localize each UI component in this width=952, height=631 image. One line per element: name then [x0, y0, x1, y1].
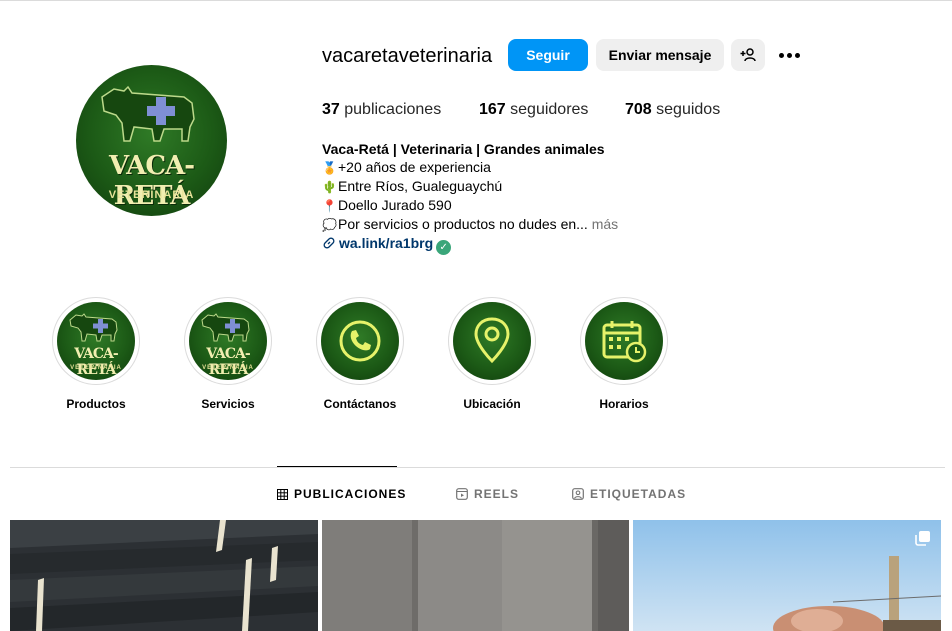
posts-count: 37	[322, 101, 340, 118]
bio-line-services: 💭Por servicios o productos no dudes en..…	[322, 215, 618, 234]
highlight-ring	[316, 297, 404, 385]
post-thumbnail[interactable]	[10, 520, 318, 631]
highlight-label: Contáctanos	[323, 397, 397, 411]
pin-icon: 📍	[322, 199, 337, 213]
post-thumbnail[interactable]	[633, 520, 941, 631]
bio-line-text: Por servicios o productos no dudes en...	[338, 216, 588, 232]
bio-line-experience: 🏅+20 años de experiencia	[322, 158, 618, 177]
following-label: seguidos	[656, 101, 721, 118]
message-button[interactable]: Enviar mensaje	[596, 39, 724, 71]
bio-name: Vaca-Retá | Veterinaria | Grandes animal…	[322, 141, 605, 157]
more-options-icon[interactable]	[775, 42, 803, 68]
follow-button[interactable]: Seguir	[508, 39, 588, 71]
tab-reels[interactable]: REELS	[456, 487, 519, 501]
active-tab-indicator	[277, 466, 397, 467]
tab-label: PUBLICACIONES	[294, 487, 407, 501]
add-user-button[interactable]	[731, 39, 765, 71]
highlight-cover: VACA-RETÁ VETERINARIA	[57, 302, 135, 380]
bio-line-text: +20 años de experiencia	[338, 159, 491, 175]
tab-label: REELS	[474, 487, 520, 501]
tagged-icon	[572, 488, 584, 500]
highlight-ring: VACA-RETÁ VETERINARIA	[52, 297, 140, 385]
post-image	[10, 520, 318, 631]
speech-bubble-icon: 💭	[322, 218, 337, 232]
highlight-productos[interactable]: VACA-RETÁ VETERINARIA Productos	[52, 297, 140, 411]
reels-icon	[456, 488, 468, 500]
multiple-photos-icon	[915, 531, 930, 546]
highlight-ring: VACA-RETÁ VETERINARIA	[184, 297, 272, 385]
highlight-cover	[585, 302, 663, 380]
profile-username: vacaretaveterinaria	[322, 45, 493, 67]
highlight-cover	[453, 302, 531, 380]
phone-icon	[339, 320, 381, 362]
bio-line-address: 📍Doello Jurado 590	[322, 196, 618, 215]
location-icon	[474, 317, 510, 364]
following-count: 708	[625, 101, 652, 118]
highlight-label: Ubicación	[463, 397, 521, 411]
grid-icon	[277, 488, 288, 500]
highlight-cover	[321, 302, 399, 380]
posts-stat: 37 publicaciones	[322, 101, 441, 119]
highlight-ring	[448, 297, 536, 385]
posts-label: publicaciones	[344, 101, 442, 118]
add-user-icon	[740, 48, 756, 62]
highlight-logo-sub: VETERINARIA	[202, 365, 254, 371]
highlight-logo-sub: VETERINARIA	[70, 365, 122, 371]
cow-logo-icon	[201, 313, 250, 342]
highlight-label: Productos	[66, 397, 126, 411]
cow-logo-icon	[101, 85, 195, 142]
cow-logo-icon	[69, 313, 118, 342]
verified-icon: ✓	[436, 240, 452, 255]
highlight-servicios[interactable]: VACA-RETÁ VETERINARIA Servicios	[184, 297, 272, 411]
highlight-label: Horarios	[599, 397, 649, 411]
highlight-horarios[interactable]: Horarios	[580, 297, 668, 411]
cactus-icon: 🌵	[322, 180, 337, 194]
avatar-sub-text: VETERINARIA	[108, 189, 195, 201]
highlight-ubicacion[interactable]: Ubicación	[448, 297, 536, 411]
tab-label: ETIQUETADAS	[590, 487, 687, 501]
bio-line-text: Doello Jurado 590	[338, 197, 452, 213]
profile-bio: Vaca-Retá | Veterinaria | Grandes animal…	[322, 140, 618, 255]
post-image	[322, 520, 629, 631]
calendar-icon	[602, 321, 647, 363]
highlight-label: Servicios	[201, 397, 255, 411]
bio-link-row: wa.link/ra1brg ✓	[322, 234, 618, 255]
tab-publicaciones[interactable]: PUBLICACIONES	[277, 487, 406, 501]
profile-avatar[interactable]: VACA-RETÁ VETERINARIA	[76, 65, 227, 216]
highlight-logo-text: VACA-RETÁ	[206, 346, 250, 378]
bio-line-text: Entre Ríos, Gualeguaychú	[338, 178, 503, 194]
followers-stat[interactable]: 167 seguidores	[479, 101, 588, 119]
highlight-logo-text: VACA-RETÁ	[74, 346, 118, 378]
following-stat[interactable]: 708 seguidos	[625, 101, 720, 119]
highlight-cover: VACA-RETÁ VETERINARIA	[189, 302, 267, 380]
bio-line-location: 🌵Entre Ríos, Gualeguaychú	[322, 177, 618, 196]
post-image	[633, 520, 941, 631]
bio-link[interactable]: wa.link/ra1brg	[339, 235, 433, 251]
highlight-ring	[580, 297, 668, 385]
bio-more-link[interactable]: más	[592, 216, 618, 232]
post-thumbnail[interactable]	[322, 520, 629, 631]
followers-label: seguidores	[510, 101, 589, 118]
top-border	[0, 0, 952, 1]
link-icon	[323, 237, 335, 249]
avatar-brand-text: VACA-RETÁ	[109, 151, 195, 211]
tab-etiquetadas[interactable]: ETIQUETADAS	[572, 487, 686, 501]
medal-icon: 🏅	[322, 161, 337, 175]
followers-count: 167	[479, 101, 506, 118]
tabs-divider	[10, 467, 945, 468]
highlight-contactanos[interactable]: Contáctanos	[316, 297, 404, 411]
